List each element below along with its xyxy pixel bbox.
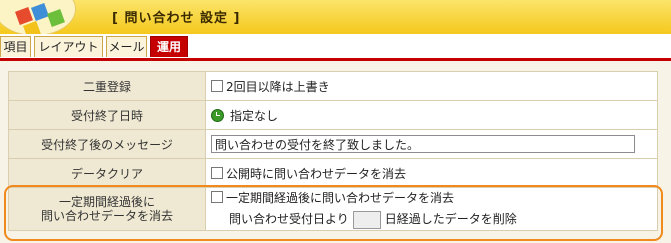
period-days-prefix: 問い合わせ受付日より [229,212,349,227]
row-end-datetime: 受付終了日時 指定なし [8,100,658,130]
tab-mail[interactable]: メール [106,36,147,57]
tab-layout[interactable]: レイアウト [34,36,103,57]
end-datetime-value[interactable]: 指定なし [230,109,278,123]
period-clear-checkbox[interactable] [211,191,223,204]
tab-bar: 項目 レイアウト メール 運用 [0,34,671,61]
period-days-input[interactable] [352,210,381,229]
end-datetime-label: 受付終了日時 [8,100,206,130]
period-days-line: 問い合わせ受付日より 日経過したデータを削除 [211,210,657,229]
period-clear-label-line2: 問い合わせデータを消去 [40,209,173,223]
period-clear-checkbox-label[interactable]: 一定期間経過後に問い合わせデータを消去 [226,191,454,205]
end-message-input[interactable]: 問い合わせの受付を終了致しました。 [211,135,635,153]
tab-items[interactable]: 項目 [0,36,31,57]
settings-table: 二重登録 2回目以降は上書き 受付終了日時 指定なし 受付終了後のメッセージ 問… [8,71,658,231]
clear-on-publish-label[interactable]: 公開時に問い合わせデータを消去 [226,167,406,181]
clear-on-publish-checkbox[interactable] [211,166,223,179]
clock-icon[interactable] [211,108,224,122]
overwrite-checkbox-label[interactable]: 2回目以降は上書き [226,80,330,94]
end-message-label: 受付終了後のメッセージ [8,129,206,159]
row-period-clear: 一定期間経過後に 問い合わせデータを消去 一定期間経過後に問い合わせデータを消去… [8,187,658,231]
header-bar: [ 問い合わせ 設定 ] [0,0,671,36]
period-clear-label: 一定期間経過後に 問い合わせデータを消去 [8,187,206,231]
page-title: [ 問い合わせ 設定 ] [112,11,241,26]
double-registration-label: 二重登録 [8,71,206,101]
row-end-message: 受付終了後のメッセージ 問い合わせの受付を終了致しました。 [8,129,658,159]
data-clear-label: データクリア [8,158,206,188]
tab-operation[interactable]: 運用 [150,36,188,57]
period-days-suffix: 日経過したデータを削除 [384,212,517,227]
logo-icon [0,0,76,36]
row-data-clear: データクリア 公開時に問い合わせデータを消去 [8,158,658,188]
settings-panel: 二重登録 2回目以降は上書き 受付終了日時 指定なし 受付終了後のメッセージ 問… [0,61,671,243]
overwrite-checkbox[interactable] [211,79,223,92]
row-double-registration: 二重登録 2回目以降は上書き [8,71,658,101]
period-clear-label-line1: 一定期間経過後に [58,195,155,209]
